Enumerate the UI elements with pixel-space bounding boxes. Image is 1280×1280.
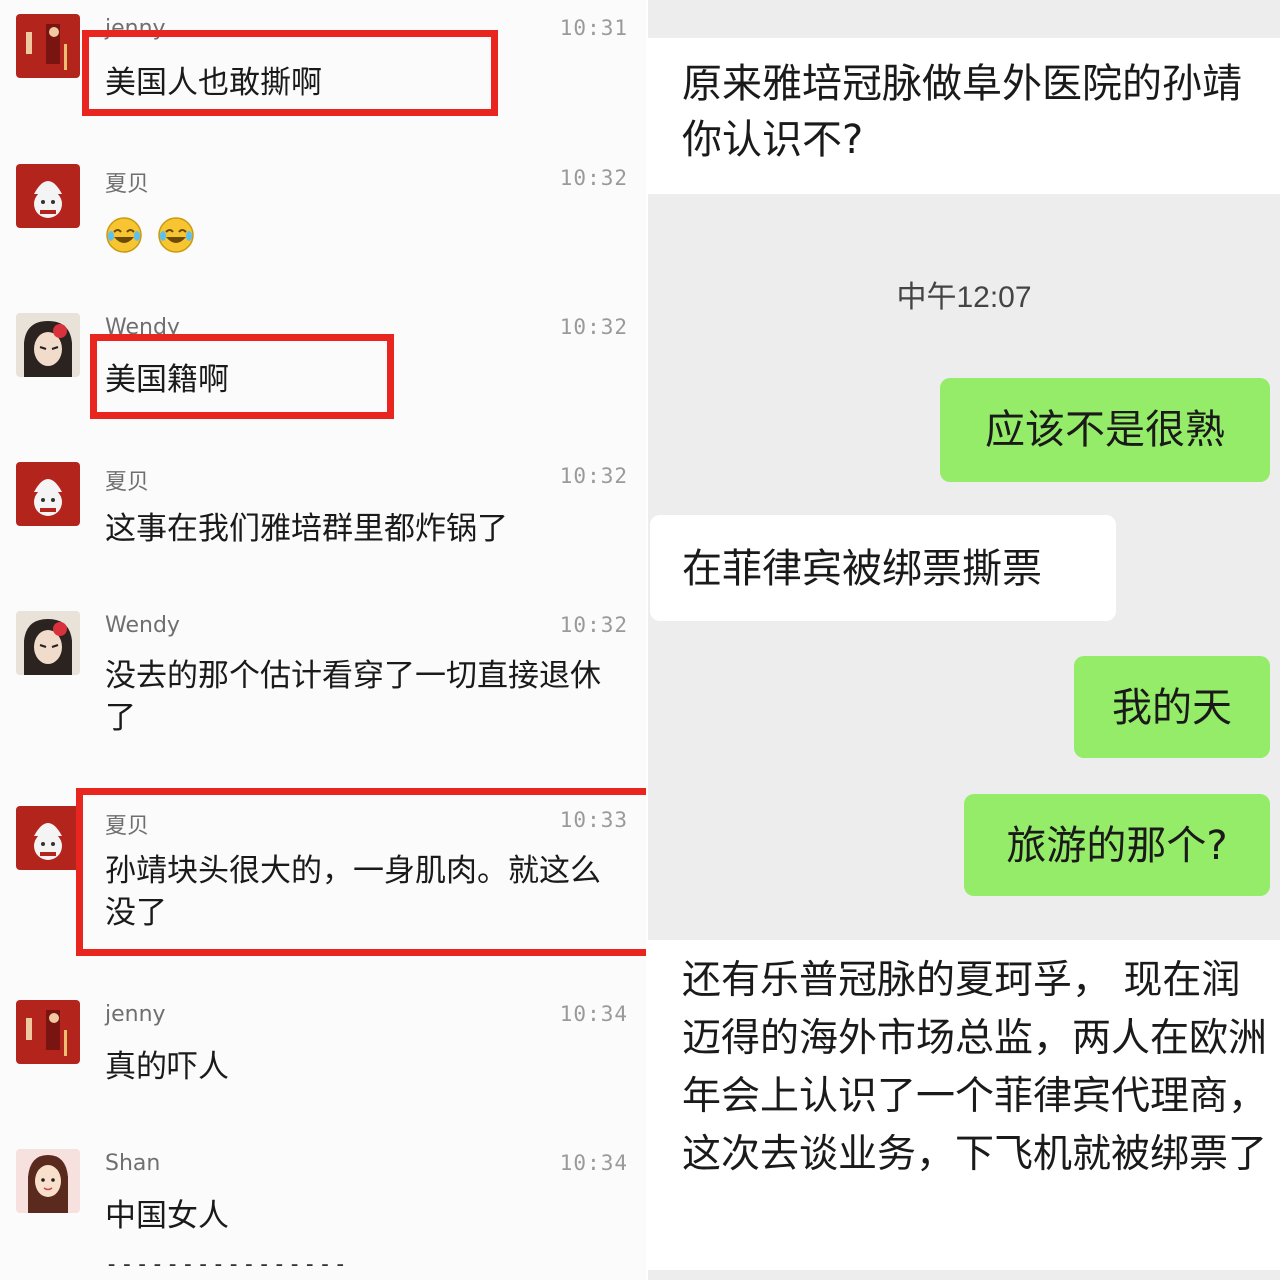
message-time: 10:32 <box>559 613 628 637</box>
chat-message: 夏贝 10:32 <box>0 150 646 300</box>
left-chat-pane: jenny 10:31 美国人也敢撕啊 夏贝 10:32 Wendy 10:32… <box>0 0 646 1280</box>
avatar[interactable] <box>16 462 80 526</box>
message-text: 这事在我们雅培群里都炸锅了 <box>105 511 508 547</box>
sent-message-bubble: 旅游的那个? <box>964 794 1270 896</box>
message-time: 10:32 <box>559 166 628 190</box>
message-text: 没去的那个估计看穿了一切直接退休了 <box>105 658 601 736</box>
message-text: 中国女人 <box>105 1198 229 1234</box>
sender-name: 夏贝 <box>105 172 150 197</box>
avatar[interactable] <box>16 611 80 675</box>
incoming-message-bubble: 还有乐普冠脉的夏珂孚， 现在润迈得的海外市场总监，两人在欧洲年会上认识了一个菲律… <box>648 940 1280 1270</box>
laughing-tears-icon <box>105 216 143 254</box>
highlight-box <box>82 30 498 116</box>
message-time: 10:34 <box>559 1151 628 1175</box>
avatar[interactable] <box>16 1149 80 1213</box>
avatar[interactable] <box>16 14 80 78</box>
chat-timestamp: 中午12:07 <box>896 281 1032 314</box>
laughing-tears-icon <box>157 216 195 254</box>
chat-message: Wendy 10:32 没去的那个估计看穿了一切直接退休了 <box>0 597 646 787</box>
right-chat-pane: 原来雅培冠脉做阜外医院的孙靖你认识不? 中午12:07 应该不是很熟 在菲律宾被… <box>648 0 1280 1280</box>
sent-message-bubble: 我的天 <box>1074 656 1270 758</box>
incoming-message-bubble: 在菲律宾被绑票撕票 <box>650 515 1116 621</box>
highlight-box <box>90 334 394 419</box>
chat-message: jenny 10:34 真的吓人 <box>0 986 646 1136</box>
message-time: 10:34 <box>559 1002 628 1026</box>
sender-name: jenny <box>105 1002 166 1027</box>
message-time: 10:32 <box>559 315 628 339</box>
sent-message-bubble: 应该不是很熟 <box>940 378 1270 482</box>
message-emoji-row <box>105 212 615 254</box>
sender-name: Shan <box>105 1151 161 1176</box>
avatar[interactable] <box>16 313 80 377</box>
highlight-box <box>76 788 646 956</box>
message-time: 10:31 <box>559 16 628 40</box>
sender-name: Wendy <box>105 613 180 638</box>
avatar[interactable] <box>16 1000 80 1064</box>
message-text: 真的吓人 <box>105 1049 229 1085</box>
avatar[interactable] <box>16 164 80 228</box>
incoming-message-bubble: 原来雅培冠脉做阜外医院的孙靖你认识不? <box>648 38 1280 194</box>
chat-message: 夏贝 10:32 这事在我们雅培群里都炸锅了 <box>0 448 646 598</box>
trailing-dashes: ---------------- <box>105 1252 349 1277</box>
sender-name: 夏贝 <box>105 470 150 495</box>
avatar[interactable] <box>16 806 80 870</box>
message-time: 10:32 <box>559 464 628 488</box>
